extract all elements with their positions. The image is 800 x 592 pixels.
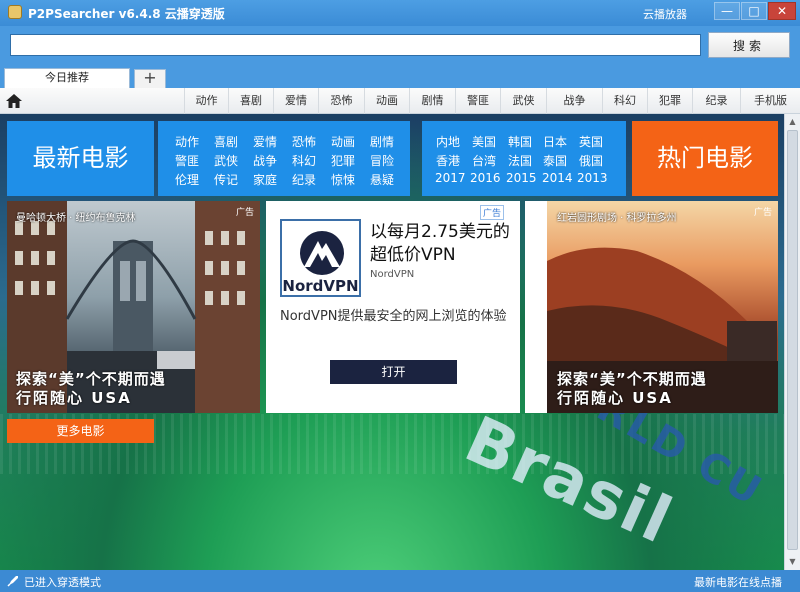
genre-link[interactable]: 动作 bbox=[175, 133, 199, 150]
nav-item-war[interactable]: 战争 bbox=[546, 88, 602, 114]
search-button[interactable]: 搜索 bbox=[708, 32, 790, 58]
nordvpn-logo: NordVPN bbox=[280, 219, 361, 297]
vertical-scrollbar[interactable]: ▲ ▼ bbox=[784, 114, 800, 570]
region-link[interactable]: 韩国 bbox=[508, 133, 532, 150]
region-link[interactable]: 内地 bbox=[436, 133, 460, 150]
genre-link[interactable]: 伦理 bbox=[175, 171, 199, 188]
ad-left-location: 曼哈顿大桥 · 纽约布鲁克林 bbox=[16, 213, 136, 224]
region-year-links: 内地 美国 韩国 日本 英国 香港 台湾 法国 泰国 俄国 2017 2016 … bbox=[422, 121, 626, 196]
year-link[interactable]: 2015 bbox=[506, 171, 537, 185]
nordvpn-ad[interactable]: 广告 NordVPN 以每月2.75美元的超低价VPN NordVPN Nord… bbox=[266, 201, 520, 413]
tab-today-recommend[interactable]: 今日推荐 bbox=[4, 68, 130, 88]
add-tab-button[interactable]: + bbox=[134, 69, 166, 88]
status-bar: 已进入穿透模式 最新电影在线点播 bbox=[0, 570, 800, 592]
genre-link[interactable]: 剧情 bbox=[370, 133, 394, 150]
online-movies-link[interactable]: 最新电影在线点播 bbox=[694, 574, 782, 590]
year-link[interactable]: 2014 bbox=[542, 171, 573, 185]
ad-center-badge: 广告 bbox=[479, 205, 504, 220]
genre-link[interactable]: 惊悚 bbox=[331, 171, 355, 188]
tab-bar: 今日推荐 + bbox=[0, 64, 800, 88]
ad-right-caption: 探索“美”个不期而遇 bbox=[557, 370, 707, 388]
nav-item-comedy[interactable]: 喜剧 bbox=[228, 88, 273, 114]
title-bar: P2PSearcher v6.4.8 云播穿透版 云播放器 — □ ✕ bbox=[0, 0, 800, 26]
nav-item-crime[interactable]: 犯罪 bbox=[647, 88, 692, 114]
maximize-button[interactable]: □ bbox=[741, 2, 767, 20]
nav-item-police[interactable]: 警匪 bbox=[455, 88, 500, 114]
nordvpn-mountain-icon bbox=[300, 231, 344, 275]
genre-link[interactable]: 战争 bbox=[253, 152, 277, 169]
genre-link[interactable]: 悬疑 bbox=[370, 171, 394, 188]
nav-item-action[interactable]: 动作 bbox=[184, 88, 228, 114]
genre-link[interactable]: 恐怖 bbox=[292, 133, 316, 150]
more-movies-button[interactable]: 更多电影 bbox=[7, 419, 154, 443]
minimize-button[interactable]: — bbox=[714, 2, 740, 20]
region-link[interactable]: 日本 bbox=[543, 133, 567, 150]
genre-link[interactable]: 喜剧 bbox=[214, 133, 238, 150]
scroll-down-arrow-icon[interactable]: ▼ bbox=[785, 554, 800, 569]
nav-item-wuxia[interactable]: 武侠 bbox=[500, 88, 546, 114]
region-link[interactable]: 美国 bbox=[472, 133, 496, 150]
region-link[interactable]: 英国 bbox=[579, 133, 603, 150]
rocket-icon bbox=[7, 576, 18, 587]
nordvpn-open-button[interactable]: 打开 bbox=[330, 360, 457, 384]
nav-item-horror[interactable]: 恐怖 bbox=[318, 88, 364, 114]
app-icon bbox=[8, 5, 22, 19]
hot-movies-tile[interactable]: 热门电影 bbox=[632, 121, 778, 196]
ad-right-banner[interactable]: 红岩圆形剧场 · 科罗拉多州 广告 探索“美”个不期而遇 行陌随心 USA bbox=[525, 201, 778, 413]
ad-left-banner[interactable]: 曼哈顿大桥 · 纽约布鲁克林 广告 探索“美”个不期而遇 行陌随心 USA bbox=[7, 201, 260, 413]
genre-link[interactable]: 冒险 bbox=[370, 152, 394, 169]
nordvpn-headline: 以每月2.75美元的超低价VPN bbox=[370, 222, 510, 265]
status-mode-text: 已进入穿透模式 bbox=[24, 576, 101, 589]
ad-left-subcaption: 行陌随心 USA bbox=[16, 389, 132, 407]
genre-link[interactable]: 科幻 bbox=[292, 152, 316, 169]
search-input[interactable] bbox=[10, 34, 701, 56]
genre-link[interactable]: 传记 bbox=[214, 171, 238, 188]
ad-right-subcaption: 行陌随心 USA bbox=[557, 389, 673, 407]
latest-movies-tile[interactable]: 最新电影 bbox=[7, 121, 154, 196]
nav-item-romance[interactable]: 爱情 bbox=[273, 88, 318, 114]
nordvpn-logo-text: NordVPN bbox=[282, 277, 359, 295]
year-link[interactable]: 2017 bbox=[435, 171, 466, 185]
scroll-up-arrow-icon[interactable]: ▲ bbox=[785, 114, 800, 129]
close-button[interactable]: ✕ bbox=[768, 2, 796, 20]
ad-right-badge: 广告 bbox=[753, 208, 772, 218]
year-link[interactable]: 2013 bbox=[577, 171, 608, 185]
region-link[interactable]: 俄国 bbox=[579, 152, 603, 169]
ad-left-caption: 探索“美”个不期而遇 bbox=[16, 370, 166, 388]
nav-item-mobile[interactable]: 手机版 bbox=[740, 88, 800, 114]
search-bar: 搜索 bbox=[0, 26, 800, 64]
home-icon[interactable] bbox=[5, 92, 23, 110]
scroll-thumb[interactable] bbox=[787, 130, 798, 550]
genre-links: 动作 喜剧 爱情 恐怖 动画 剧情 警匪 武侠 战争 科幻 犯罪 冒险 伦理 传… bbox=[158, 121, 410, 196]
region-link[interactable]: 香港 bbox=[436, 152, 460, 169]
cloud-player-link[interactable]: 云播放器 bbox=[643, 6, 687, 22]
genre-link[interactable]: 爱情 bbox=[253, 133, 277, 150]
year-link[interactable]: 2016 bbox=[470, 171, 501, 185]
nordvpn-description: NordVPN提供最安全的网上浏览的体验 bbox=[280, 309, 507, 324]
region-link[interactable]: 泰国 bbox=[543, 152, 567, 169]
nav-item-drama[interactable]: 剧情 bbox=[409, 88, 455, 114]
nav-item-scifi[interactable]: 科幻 bbox=[602, 88, 647, 114]
nordvpn-brand: NordVPN bbox=[370, 269, 415, 280]
genre-link[interactable]: 武侠 bbox=[214, 152, 238, 169]
genre-link[interactable]: 警匪 bbox=[175, 152, 199, 169]
genre-link[interactable]: 犯罪 bbox=[331, 152, 355, 169]
genre-link[interactable]: 家庭 bbox=[253, 171, 277, 188]
ad-right-location: 红岩圆形剧场 · 科罗拉多州 bbox=[557, 213, 677, 224]
region-link[interactable]: 法国 bbox=[508, 152, 532, 169]
genre-link[interactable]: 动画 bbox=[331, 133, 355, 150]
region-link[interactable]: 台湾 bbox=[472, 152, 496, 169]
window-title: P2PSearcher v6.4.8 云播穿透版 bbox=[28, 7, 225, 21]
genre-link[interactable]: 纪录 bbox=[292, 171, 316, 188]
nav-item-animation[interactable]: 动画 bbox=[364, 88, 409, 114]
nav-item-documentary[interactable]: 纪录 bbox=[692, 88, 740, 114]
category-nav: 动作 喜剧 爱情 恐怖 动画 剧情 警匪 武侠 战争 科幻 犯罪 纪录 手机版 bbox=[0, 88, 800, 114]
ad-left-badge: 广告 bbox=[235, 208, 254, 218]
main-content: WORLD CU Brasil 最新电影 动作 喜剧 爱情 恐怖 动画 剧情 警… bbox=[0, 114, 784, 570]
